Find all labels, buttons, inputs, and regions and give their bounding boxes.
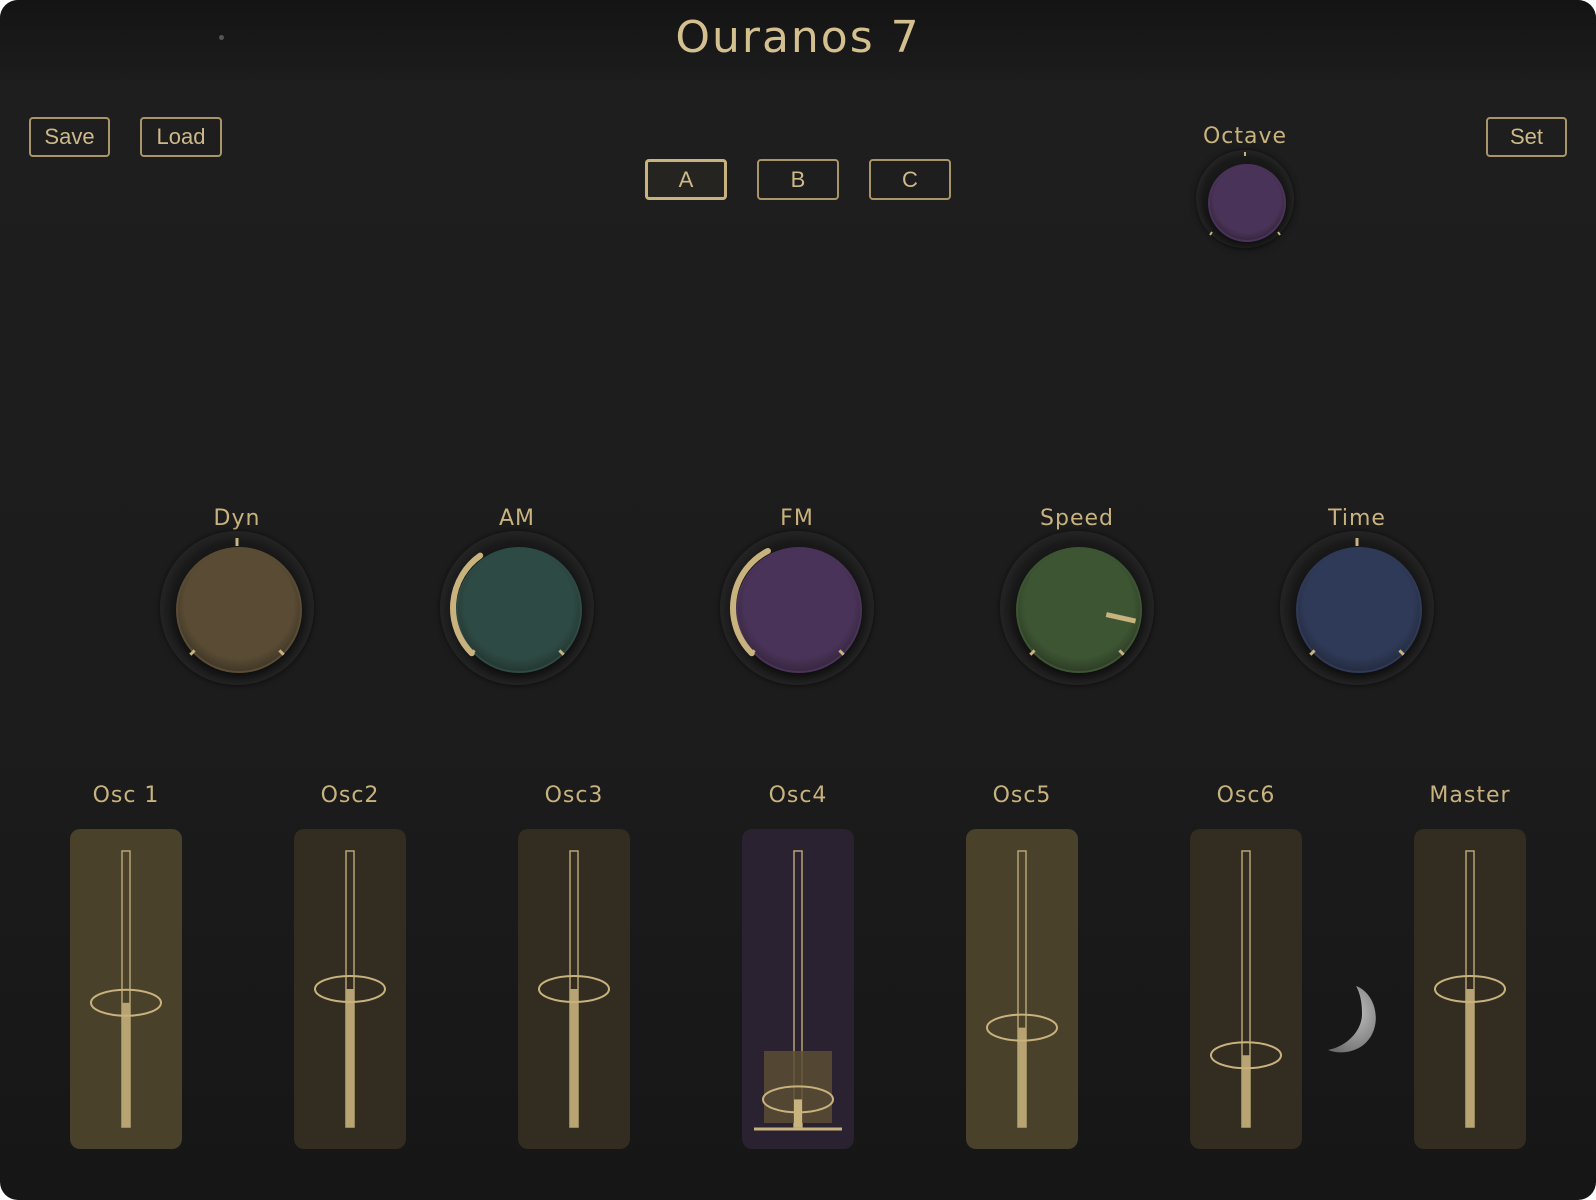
synth-panel: Ouranos 7 Save Load Set A B C Octave Dyn… <box>0 0 1596 1200</box>
knob-indicator <box>450 552 565 657</box>
preset-b-button[interactable]: B <box>757 159 839 200</box>
fader-osc1[interactable] <box>70 829 182 1149</box>
knob-indicator <box>189 538 285 656</box>
fader-label: Master <box>1429 783 1511 808</box>
fader-osc3[interactable] <box>518 829 630 1149</box>
fader-label: Osc5 <box>992 783 1052 808</box>
knob-label: Dyn <box>213 506 261 531</box>
fader-osc4[interactable] <box>742 829 854 1149</box>
app-title: Ouranos 7 <box>675 12 921 63</box>
knob-label: Time <box>1328 506 1386 531</box>
moon-icon <box>1328 986 1376 1053</box>
fader-label: Osc2 <box>320 783 380 808</box>
fader-label: Osc 1 <box>92 783 160 808</box>
knob-indicator <box>1309 538 1405 656</box>
knob-label: AM <box>498 506 536 531</box>
fader-label: Osc4 <box>768 783 828 808</box>
knob-indicator <box>730 547 845 657</box>
preset-c-button[interactable]: C <box>869 159 951 200</box>
fader-osc6[interactable] <box>1190 829 1302 1149</box>
fader-master[interactable] <box>1414 829 1526 1149</box>
octave-label: Octave <box>1202 124 1288 149</box>
knob-label: FM <box>780 506 814 531</box>
set-button[interactable]: Set <box>1486 117 1567 157</box>
octave-ticks <box>1209 152 1281 236</box>
save-button[interactable]: Save <box>29 117 110 157</box>
knob-indicator <box>1029 612 1137 656</box>
fader-osc5[interactable] <box>966 829 1078 1149</box>
fader-osc2[interactable] <box>294 829 406 1149</box>
fader-label: Osc3 <box>544 783 604 808</box>
fader-label: Osc6 <box>1216 783 1276 808</box>
preset-a-button[interactable]: A <box>645 159 727 200</box>
load-button[interactable]: Load <box>140 117 222 157</box>
knob-label: Speed <box>1040 506 1114 531</box>
